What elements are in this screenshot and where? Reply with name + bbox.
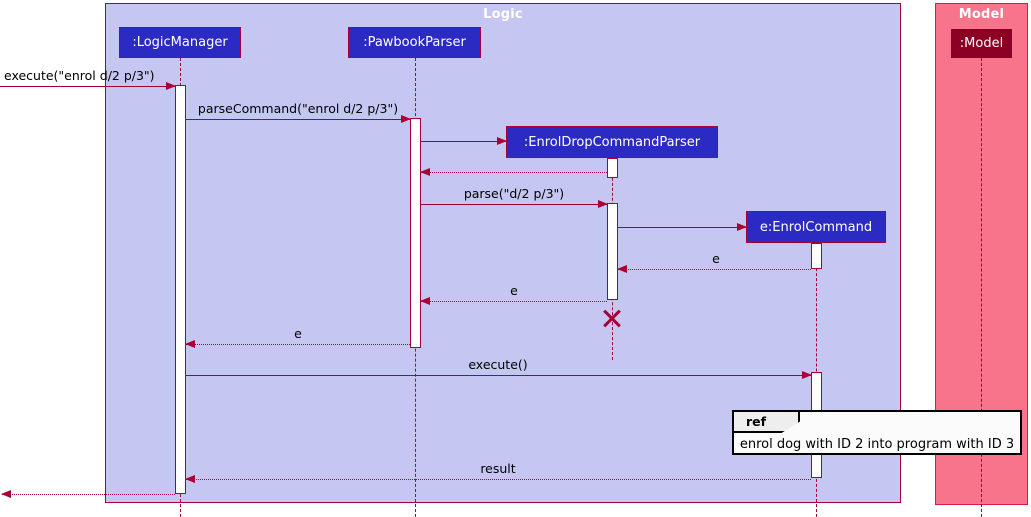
message-label-parse: parse("d/2 p/3"): [463, 186, 565, 201]
arrow-head-icon: [420, 297, 430, 305]
activation-pawbookparser: [410, 118, 421, 348]
activation-enroldropcommandparser-parse: [607, 203, 618, 300]
sequence-diagram-canvas: Logic Model :LogicManager :PawbookParser…: [0, 0, 1031, 517]
arrow-head-icon: [598, 200, 608, 208]
arrow-head-icon: [617, 265, 627, 273]
message-line: [186, 375, 811, 376]
participant-label-enroldropcommandparser: :EnrolDropCommandParser: [523, 134, 701, 150]
message-line: [186, 479, 811, 480]
message-label-return-e-to-pawbookparser: e: [510, 283, 518, 298]
message-label-execute: execute(): [468, 357, 528, 372]
arrow-head-icon: [166, 82, 176, 90]
activation-logicmanager: [175, 85, 186, 494]
message-line: [421, 301, 607, 302]
ref-fragment[interactable]: ref enrol dog with ID 2 into program wit…: [732, 410, 1022, 455]
message-label-result: result: [480, 461, 516, 476]
message-line: [0, 86, 175, 87]
message-line: [421, 172, 607, 173]
participant-label-pawbookparser: :PawbookParser: [363, 35, 466, 50]
participant-label-logicmanager: :LogicManager: [132, 35, 228, 50]
message-line: [421, 141, 506, 142]
arrow-head-icon: [185, 340, 195, 348]
message-label-parse-command: parseCommand("enrol d/2 p/3"): [197, 101, 399, 116]
message-line: [618, 227, 746, 228]
arrow-head-icon: [420, 168, 430, 176]
arrow-head-icon: [401, 115, 411, 123]
message-line: [618, 269, 811, 270]
activation-enrolcommand-create: [811, 243, 822, 269]
destroy-x-icon-enroldropcommandparser: [601, 307, 623, 329]
arrow-head-icon: [497, 137, 507, 145]
participant-label-model: :Model: [959, 36, 1004, 51]
arrow-head-icon: [1, 490, 11, 498]
ref-fragment-text: enrol dog with ID 2 into program with ID…: [739, 436, 1015, 452]
participant-enrolcommand[interactable]: e:EnrolCommand: [746, 211, 886, 243]
participant-label-enrolcommand: e:EnrolCommand: [759, 219, 873, 235]
arrow-head-icon: [737, 223, 747, 231]
ref-fragment-operator-label: ref: [746, 414, 767, 429]
message-label-return-e-to-logicmanager: e: [294, 326, 302, 341]
activation-enroldropcommandparser-create: [607, 158, 618, 178]
participant-enroldropcommandparser[interactable]: :EnrolDropCommandParser: [506, 126, 718, 158]
arrow-head-icon: [185, 475, 195, 483]
message-label-return-e-to-parser: e: [712, 251, 720, 266]
message-line: [2, 494, 175, 495]
participant-logicmanager[interactable]: :LogicManager: [119, 27, 241, 58]
message-label-execute-command: execute("enrol d/2 p/3"): [4, 68, 155, 83]
group-label-logic: Logic: [483, 7, 523, 22]
message-line: [186, 344, 410, 345]
group-label-model: Model: [958, 7, 1005, 22]
participant-pawbookparser[interactable]: :PawbookParser: [348, 27, 481, 58]
ref-fragment-operator: ref: [734, 412, 800, 433]
participant-model[interactable]: :Model: [951, 29, 1012, 58]
arrow-head-icon: [802, 371, 812, 379]
message-line: [186, 119, 410, 120]
message-line: [421, 204, 607, 205]
